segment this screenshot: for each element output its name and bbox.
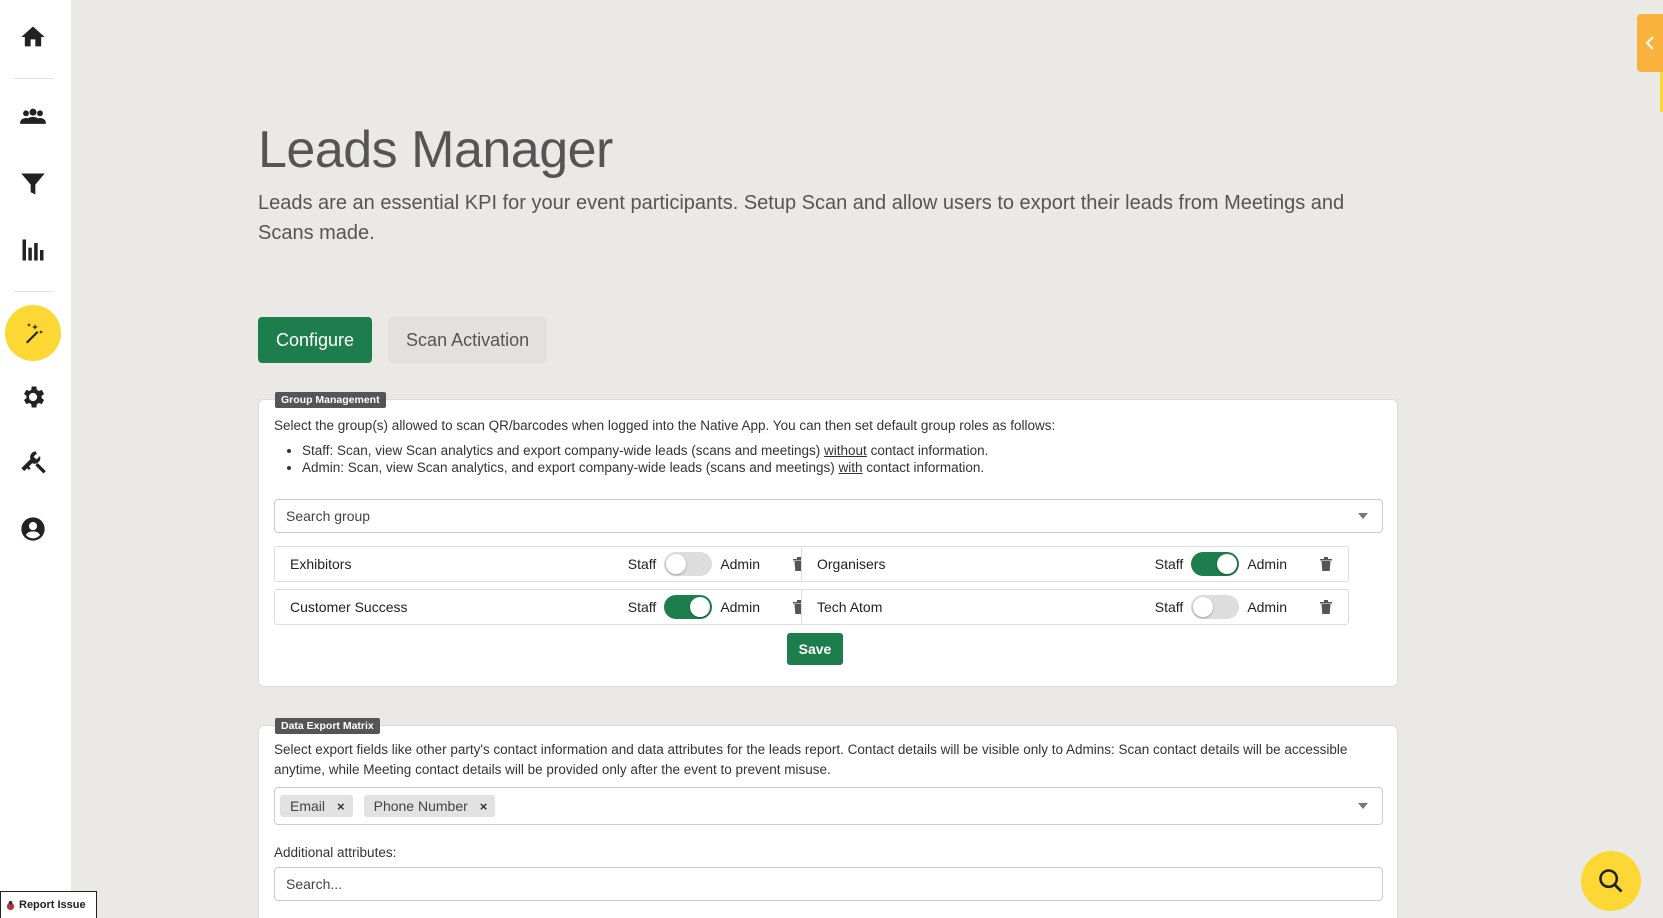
additional-attributes-placeholder: Search... [286, 876, 343, 892]
group-name: Customer Success [290, 599, 408, 615]
sidebar-item-people[interactable] [5, 90, 61, 146]
role-toggle[interactable] [664, 595, 713, 619]
role-toggle[interactable] [1191, 552, 1240, 576]
admin-label: Admin [1247, 556, 1287, 572]
export-fields-select[interactable]: Email × Phone Number × [274, 787, 1383, 825]
role-toggle[interactable] [664, 552, 713, 576]
group-name: Organisers [817, 556, 886, 572]
sidebar-item-account[interactable] [5, 501, 61, 557]
staff-label: Staff [1154, 556, 1184, 572]
sidebar-item-analytics[interactable] [5, 222, 61, 278]
bullet-staff: Staff: Scan, view Scan analytics and exp… [302, 442, 1384, 459]
staff-label: Staff [1154, 599, 1184, 615]
sidebar-item-home[interactable] [5, 9, 61, 65]
data-export-legend: Data Export Matrix [275, 718, 380, 734]
gear-icon [24, 386, 45, 408]
report-issue-label: Report Issue [19, 899, 86, 911]
bar-chart-icon [22, 239, 44, 261]
admin-label: Admin [1247, 599, 1287, 615]
sidebar-item-tools[interactable] [5, 435, 61, 491]
chip-phone-number: Phone Number × [363, 795, 496, 817]
side-panel-handle[interactable] [1637, 14, 1663, 72]
filter-icon [21, 173, 45, 195]
search-group-select[interactable]: Search group [274, 499, 1383, 533]
sidebar-item-filter[interactable] [5, 156, 61, 212]
sidebar-divider [14, 78, 54, 79]
tab-scan-activation[interactable]: Scan Activation [388, 317, 548, 363]
group-name: Exhibitors [290, 556, 352, 572]
group-name: Tech Atom [817, 599, 883, 615]
save-button[interactable]: Save [787, 633, 843, 665]
tab-configure[interactable]: Configure [258, 317, 373, 363]
search-fab[interactable] [1581, 851, 1641, 911]
group-row: Exhibitors Staff Admin [274, 546, 822, 582]
tab-bar: Configure Scan Activation [258, 317, 548, 363]
account-icon [21, 517, 45, 541]
chip-email: Email × [280, 795, 353, 817]
search-icon [1599, 869, 1623, 893]
close-icon[interactable]: × [337, 799, 345, 814]
search-group-placeholder: Search group [286, 508, 371, 524]
sidebar-item-settings[interactable] [5, 369, 61, 425]
chevron-left-icon [1645, 36, 1654, 50]
sidebar [0, 0, 71, 918]
page-description: Leads are an essential KPI for your even… [258, 192, 1345, 244]
admin-label: Admin [720, 599, 760, 615]
group-management-intro: Select the group(s) allowed to scan QR/b… [274, 418, 1056, 433]
bug-icon [6, 900, 15, 910]
group-row: Organisers Staff Admin [801, 546, 1349, 582]
report-issue-button[interactable]: Report Issue [0, 891, 97, 918]
trash-icon[interactable] [1319, 556, 1333, 572]
magic-wand-icon [26, 323, 43, 344]
group-row: Tech Atom Staff Admin [801, 589, 1349, 625]
chevron-down-icon [1358, 803, 1368, 809]
staff-label: Staff [627, 556, 657, 572]
role-toggle[interactable] [1191, 595, 1240, 619]
data-export-intro: Select export fields like other party's … [274, 742, 1348, 777]
group-row: Customer Success Staff Admin [274, 589, 822, 625]
page-title: Leads Manager [258, 121, 613, 179]
home-icon [21, 26, 45, 47]
chevron-down-icon [1358, 513, 1368, 519]
sidebar-item-magic[interactable] [5, 305, 61, 361]
tools-icon [21, 451, 46, 474]
admin-label: Admin [720, 556, 760, 572]
sidebar-divider [14, 291, 54, 292]
bullet-admin: Admin: Scan, view Scan analytics, and ex… [302, 459, 1384, 476]
trash-icon[interactable] [1319, 599, 1333, 615]
group-management-card: Group Management Select the group(s) all… [258, 392, 1398, 687]
staff-label: Staff [627, 599, 657, 615]
role-bullets: Staff: Scan, view Scan analytics and exp… [302, 442, 1384, 476]
data-export-card: Data Export Matrix Select export fields … [258, 718, 1398, 918]
close-icon[interactable]: × [480, 799, 488, 814]
additional-attributes-label: Additional attributes: [274, 845, 397, 860]
people-icon [20, 108, 46, 124]
additional-attributes-search[interactable]: Search... [274, 867, 1383, 901]
group-management-legend: Group Management [275, 392, 386, 408]
